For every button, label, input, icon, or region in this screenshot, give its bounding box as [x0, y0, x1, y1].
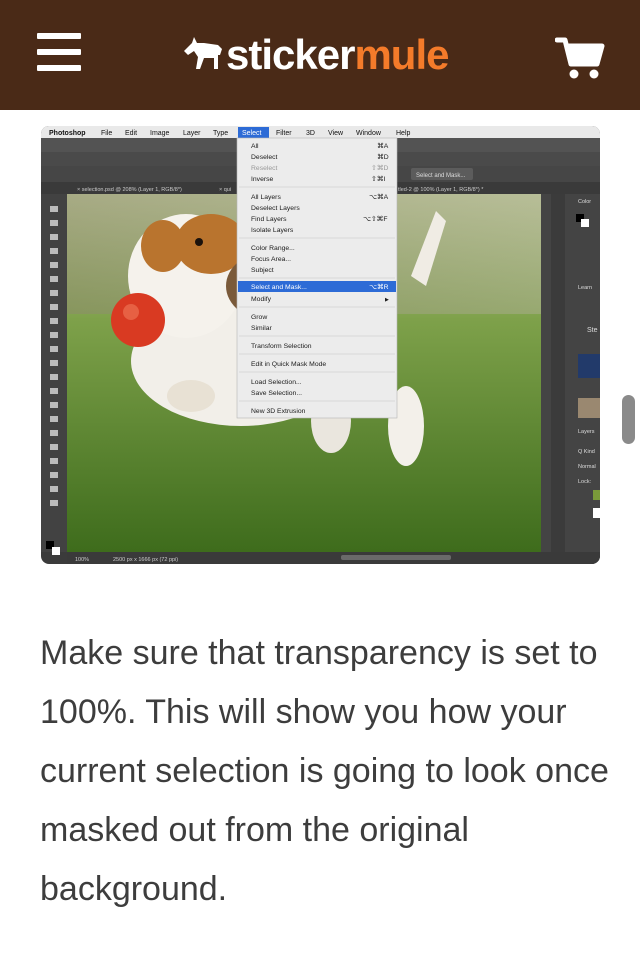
site-header: stickermule [0, 0, 640, 110]
svg-text:Layers: Layers [578, 429, 595, 435]
svg-text:Select and Mask...: Select and Mask... [251, 284, 307, 291]
svg-text:Type: Type [213, 130, 228, 137]
svg-text:New 3D Extrusion: New 3D Extrusion [251, 408, 306, 415]
svg-text:2500 px x 1666 px (72 ppi): 2500 px x 1666 px (72 ppi) [113, 557, 178, 563]
svg-text:Layer: Layer [183, 130, 201, 137]
svg-text:Load Selection...: Load Selection... [251, 379, 302, 386]
svg-text:100%: 100% [75, 557, 89, 563]
svg-text:Color Range...: Color Range... [251, 245, 295, 252]
cart-icon[interactable] [555, 36, 605, 80]
svg-text:Color: Color [578, 199, 591, 205]
svg-text:⌘A: ⌘A [377, 142, 389, 150]
svg-text:Window: Window [356, 130, 382, 137]
svg-text:Grow: Grow [251, 314, 267, 321]
svg-text:Find Layers: Find Layers [251, 216, 287, 223]
svg-text:Deselect: Deselect [251, 154, 278, 161]
svg-text:Subject: Subject [251, 267, 274, 274]
photoshop-screenshot: Photoshop File Edit Image Layer Type Sel… [41, 126, 600, 564]
svg-text:Learn: Learn [578, 285, 592, 291]
svg-text:⌥⌘R: ⌥⌘R [369, 283, 389, 291]
mule-logo-icon [184, 37, 222, 69]
svg-text:Q Kind: Q Kind [578, 449, 595, 455]
svg-text:3D: 3D [306, 130, 315, 137]
svg-text:Edit in Quick Mask Mode: Edit in Quick Mask Mode [251, 361, 326, 368]
svg-text:× selection.psd @ 208% (Layer: × selection.psd @ 208% (Layer 1, RGB/8*) [77, 187, 182, 193]
svg-text:Image: Image [150, 130, 170, 137]
logo-text-mule: mule [354, 31, 449, 78]
svg-text:Select and Mask...: Select and Mask... [416, 173, 466, 179]
svg-text:Select: Select [242, 130, 262, 137]
photoshop-screenshot-image: Photoshop File Edit Image Layer Type Sel… [41, 126, 600, 564]
svg-text:Reselect: Reselect [251, 165, 278, 172]
svg-text:View: View [328, 130, 344, 137]
page-scrollbar[interactable] [622, 395, 635, 444]
svg-text:Edit: Edit [125, 130, 137, 137]
svg-text:Inverse: Inverse [251, 176, 274, 183]
svg-text:▶: ▶ [385, 297, 389, 303]
stickermule-logo[interactable]: stickermule [180, 27, 449, 83]
body-paragraph: Make sure that transparency is set to 10… [40, 634, 609, 908]
svg-text:⌥⌘A: ⌥⌘A [369, 193, 389, 201]
svg-text:Deselect Layers: Deselect Layers [251, 205, 300, 212]
svg-text:Photoshop: Photoshop [49, 130, 86, 137]
svg-text:tled-2 @ 100% (Layer 1, RGB/8*: tled-2 @ 100% (Layer 1, RGB/8*) * [398, 187, 484, 193]
svg-text:All: All [251, 143, 259, 150]
svg-text:× qui: × qui [219, 187, 231, 193]
svg-text:File: File [101, 130, 112, 137]
svg-text:Modify: Modify [251, 296, 272, 303]
svg-text:Save Selection...: Save Selection... [251, 390, 302, 397]
svg-text:Lock:: Lock: [578, 479, 592, 485]
svg-text:Similar: Similar [251, 325, 273, 332]
svg-text:Focus Area...: Focus Area... [251, 256, 291, 263]
svg-text:Normal: Normal [578, 464, 596, 470]
svg-text:⌘D: ⌘D [377, 153, 389, 161]
logo-text-sticker: sticker [226, 31, 355, 78]
svg-text:Isolate Layers: Isolate Layers [251, 227, 294, 234]
svg-text:⇧⌘D: ⇧⌘D [371, 164, 388, 172]
svg-text:⇧⌘I: ⇧⌘I [371, 175, 385, 183]
svg-text:⌥⇧⌘F: ⌥⇧⌘F [363, 215, 387, 223]
svg-text:Filter: Filter [276, 130, 292, 137]
svg-text:All Layers: All Layers [251, 194, 281, 201]
hamburger-icon[interactable] [37, 33, 81, 73]
svg-text:Transform Selection: Transform Selection [251, 343, 312, 350]
svg-text:Ste: Ste [587, 327, 598, 334]
svg-text:Help: Help [396, 130, 411, 137]
